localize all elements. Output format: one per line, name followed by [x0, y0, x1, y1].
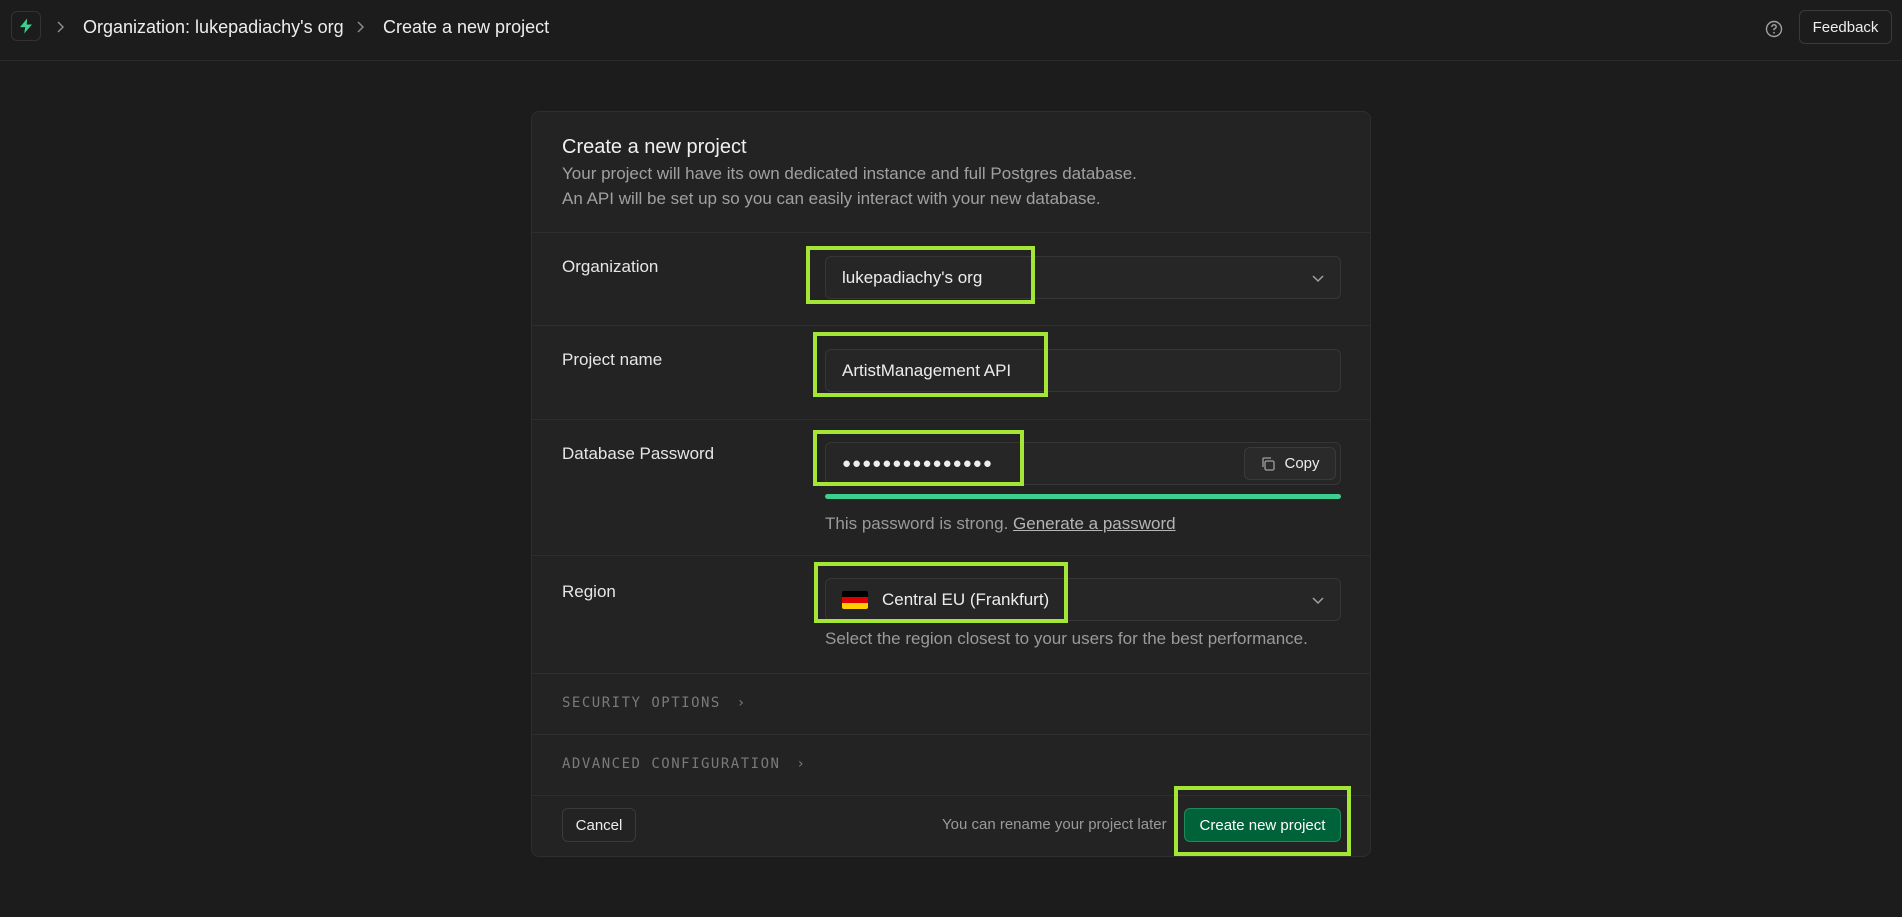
- chevron-right-icon: ›: [796, 756, 807, 772]
- project-name-value: ArtistManagement API: [842, 360, 1012, 380]
- organization-value: lukepadiachy's org: [842, 267, 983, 287]
- advanced-configuration-label[interactable]: ADVANCED CONFIGURATION ›: [562, 756, 806, 772]
- chevron-down-icon: [1312, 275, 1324, 283]
- bolt-icon[interactable]: [11, 11, 41, 41]
- strength-message: This password is strong.: [825, 514, 1009, 533]
- germany-flag-icon: [842, 590, 868, 609]
- create-project-card: Create a new project Your project will h…: [531, 111, 1371, 857]
- region-label: Region: [562, 582, 616, 601]
- password-input[interactable]: ●●●●●●●●●●●●●●● Copy: [825, 442, 1341, 485]
- chevron-right-icon: ›: [736, 695, 747, 711]
- password-strength-bar: [825, 494, 1341, 499]
- password-row: Database Password ●●●●●●●●●●●●●●● Copy T…: [532, 420, 1370, 556]
- card-description-line1: Your project will have its own dedicated…: [562, 164, 1137, 183]
- chevron-right-icon: [57, 21, 65, 33]
- advanced-configuration-section[interactable]: ADVANCED CONFIGURATION ›: [532, 735, 1370, 796]
- card-header: Create a new project Your project will h…: [532, 112, 1370, 233]
- card-title: Create a new project: [562, 136, 747, 158]
- region-help-text: Select the region closest to your users …: [825, 629, 1308, 648]
- breadcrumb-organization[interactable]: Organization: lukepadiachy's org: [83, 17, 344, 38]
- question-circle-icon[interactable]: [1764, 19, 1784, 39]
- organization-label: Organization: [562, 257, 659, 276]
- region-select[interactable]: Central EU (Frankfurt): [825, 578, 1341, 621]
- card-footer: Cancel You can rename your project later…: [532, 796, 1370, 856]
- cancel-button[interactable]: Cancel: [562, 808, 636, 842]
- feedback-button[interactable]: Feedback: [1799, 10, 1892, 44]
- advanced-configuration-text: ADVANCED CONFIGURATION: [562, 756, 781, 772]
- top-bar: Organization: lukepadiachy's org Create …: [0, 0, 1902, 61]
- rename-note: You can rename your project later: [942, 816, 1167, 833]
- organization-row: Organization lukepadiachy's org: [532, 233, 1370, 326]
- breadcrumb-current-page: Create a new project: [383, 17, 550, 37]
- chevron-down-icon: [1312, 597, 1324, 605]
- region-value: Central EU (Frankfurt): [882, 589, 1050, 609]
- security-options-section[interactable]: SECURITY OPTIONS ›: [532, 674, 1370, 735]
- project-name-label: Project name: [562, 350, 663, 369]
- create-project-button[interactable]: Create new project: [1184, 808, 1341, 842]
- security-options-label[interactable]: SECURITY OPTIONS ›: [562, 695, 747, 711]
- password-value: ●●●●●●●●●●●●●●●: [842, 455, 993, 472]
- password-label: Database Password: [562, 444, 715, 463]
- generate-password-link[interactable]: Generate a password: [1013, 514, 1176, 533]
- organization-select[interactable]: lukepadiachy's org: [825, 256, 1341, 299]
- chevron-right-icon: [357, 21, 365, 33]
- copy-label: Copy: [1284, 455, 1320, 472]
- password-strength-text: This password is strong. Generate a pass…: [825, 514, 1176, 534]
- security-options-text: SECURITY OPTIONS: [562, 695, 721, 711]
- project-name-input[interactable]: ArtistManagement API: [825, 349, 1341, 392]
- card-description-line2: An API will be set up so you can easily …: [562, 189, 1101, 208]
- project-name-row: Project name ArtistManagement API: [532, 326, 1370, 420]
- copy-button[interactable]: Copy: [1244, 447, 1336, 480]
- copy-icon: [1262, 456, 1276, 471]
- region-row: Region Central EU (Frankfurt) Select the…: [532, 556, 1370, 674]
